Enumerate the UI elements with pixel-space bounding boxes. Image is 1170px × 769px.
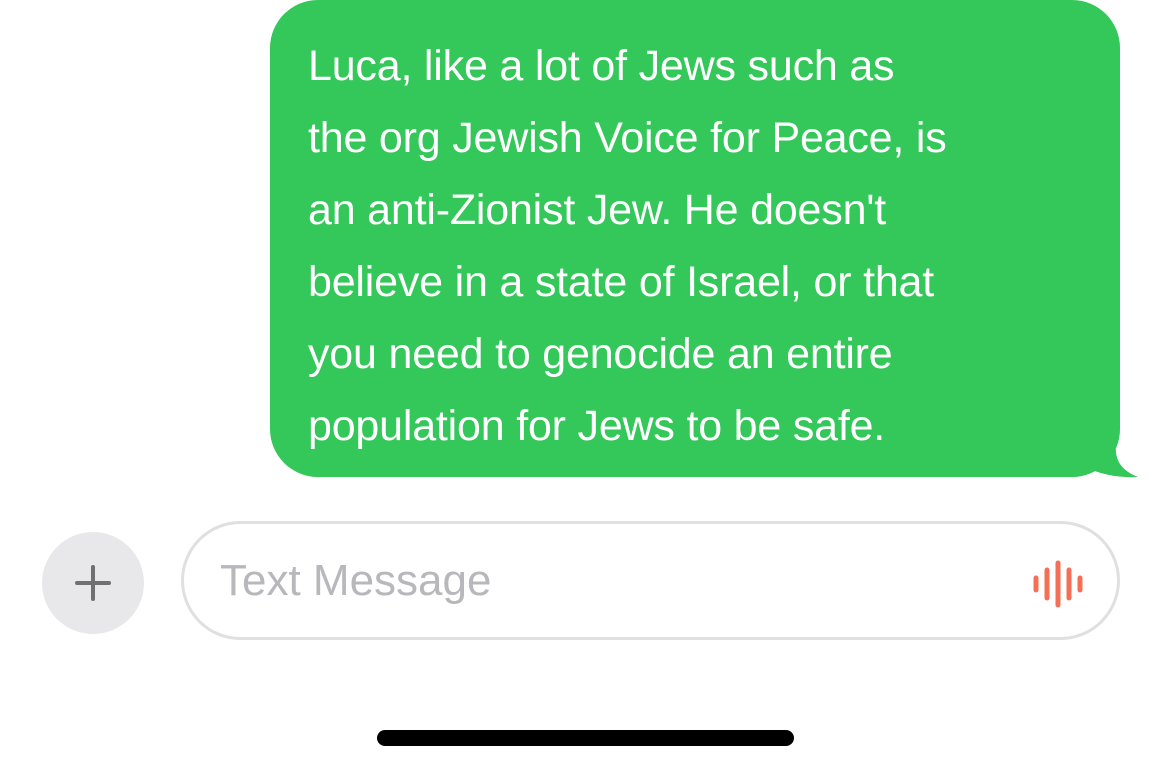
message-line: population for Jews to be safe. (308, 402, 886, 450)
message-line: believe in a state of Israel, or that (308, 258, 935, 306)
sent-message-bubble[interactable]: Luca, like a lot of Jews such as the org… (270, 0, 1120, 477)
message-input[interactable] (220, 542, 1000, 620)
audio-message-button[interactable] (1029, 560, 1091, 608)
plus-icon (75, 565, 111, 601)
message-bubble-tail (1080, 429, 1138, 478)
bubble-tail-shape (1080, 429, 1138, 478)
message-line: Luca, like a lot of Jews such as (308, 42, 895, 90)
add-attachment-button[interactable] (42, 532, 144, 634)
home-indicator[interactable] (377, 730, 794, 746)
message-line: the org Jewish Voice for Peace, is (308, 114, 947, 162)
message-line: an anti-Zionist Jew. He doesn't (308, 186, 887, 234)
message-line: you need to genocide an entire (308, 330, 893, 378)
message-composer[interactable] (181, 521, 1120, 640)
waveform-icon (1033, 560, 1083, 608)
